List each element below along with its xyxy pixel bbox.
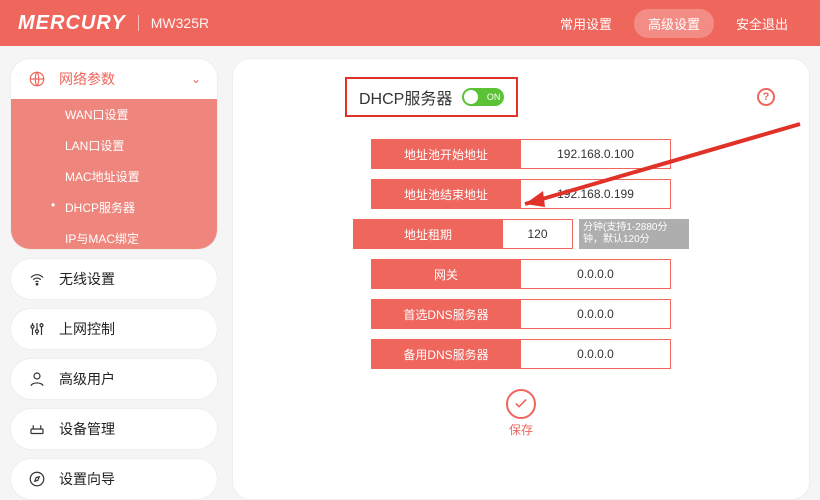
label-dns2: 备用DNS服务器 bbox=[371, 339, 521, 369]
sidebar: 网络参数 ⌄ WAN口设置 LAN口设置 MAC地址设置 DHCP服务器 IP与… bbox=[10, 58, 218, 500]
router-icon bbox=[27, 420, 47, 438]
row-dns2: 备用DNS服务器 bbox=[371, 339, 671, 369]
input-lease[interactable] bbox=[503, 219, 573, 249]
sidebar-network-submenu: WAN口设置 LAN口设置 MAC地址设置 DHCP服务器 IP与MAC绑定 bbox=[11, 99, 217, 250]
globe-icon bbox=[27, 70, 47, 88]
label-gateway: 网关 bbox=[371, 259, 521, 289]
save-label: 保存 bbox=[509, 421, 533, 438]
panel-title: DHCP服务器 bbox=[359, 85, 452, 109]
sidebar-item-ipmac[interactable]: IP与MAC绑定 bbox=[11, 223, 217, 250]
sidebar-wireless-label: 无线设置 bbox=[59, 269, 115, 289]
user-icon bbox=[27, 370, 47, 388]
sidebar-item-wan[interactable]: WAN口设置 bbox=[11, 99, 217, 130]
sliders-icon bbox=[27, 320, 47, 338]
input-dns2[interactable] bbox=[521, 339, 671, 369]
row-dns1: 首选DNS服务器 bbox=[371, 299, 671, 329]
sidebar-device-label: 设备管理 bbox=[59, 419, 115, 439]
input-end[interactable] bbox=[521, 179, 671, 209]
row-start: 地址池开始地址 bbox=[371, 139, 671, 169]
sidebar-item-dhcp[interactable]: DHCP服务器 bbox=[11, 192, 217, 223]
header: MERCURY MW325R 常用设置 高级设置 安全退出 bbox=[0, 0, 820, 46]
chevron-down-icon: ⌄ bbox=[191, 72, 201, 86]
label-dns1: 首选DNS服务器 bbox=[371, 299, 521, 329]
sidebar-wizard[interactable]: 设置向导 bbox=[10, 458, 218, 500]
dhcp-switch[interactable]: ON bbox=[462, 88, 504, 106]
input-gateway[interactable] bbox=[521, 259, 671, 289]
panel-title-box: DHCP服务器 ON bbox=[345, 77, 518, 117]
label-start: 地址池开始地址 bbox=[371, 139, 521, 169]
compass-icon bbox=[27, 470, 47, 488]
row-end: 地址池结束地址 bbox=[371, 179, 671, 209]
top-nav: 常用设置 高级设置 安全退出 bbox=[546, 9, 802, 38]
label-end: 地址池结束地址 bbox=[371, 179, 521, 209]
sidebar-network-head[interactable]: 网络参数 ⌄ bbox=[11, 59, 217, 99]
sidebar-device[interactable]: 设备管理 bbox=[10, 408, 218, 450]
sidebar-item-lan[interactable]: LAN口设置 bbox=[11, 130, 217, 161]
sidebar-wizard-label: 设置向导 bbox=[59, 469, 115, 489]
help-icon[interactable]: ? bbox=[757, 88, 775, 106]
panel-title-row: DHCP服务器 ON ? bbox=[345, 77, 787, 117]
row-gateway: 网关 bbox=[371, 259, 671, 289]
main-panel: DHCP服务器 ON ? 地址池开始地址 地址池结束地址 地址租期 分钟(支持1… bbox=[232, 58, 810, 500]
form-rows: 地址池开始地址 地址池结束地址 地址租期 分钟(支持1-2880分钟，默认120… bbox=[255, 139, 787, 438]
nav-advanced[interactable]: 高级设置 bbox=[634, 9, 714, 38]
check-icon bbox=[506, 389, 536, 419]
sidebar-control-label: 上网控制 bbox=[59, 319, 115, 339]
wifi-icon bbox=[27, 270, 47, 288]
sidebar-network-label: 网络参数 bbox=[59, 69, 115, 89]
lease-hint: 分钟(支持1-2880分钟，默认120分 bbox=[579, 219, 689, 249]
sidebar-network: 网络参数 ⌄ WAN口设置 LAN口设置 MAC地址设置 DHCP服务器 IP与… bbox=[10, 58, 218, 250]
model-label: MW325R bbox=[138, 15, 209, 31]
sidebar-wireless[interactable]: 无线设置 bbox=[10, 258, 218, 300]
sidebar-advuser-label: 高级用户 bbox=[59, 369, 115, 389]
input-dns1[interactable] bbox=[521, 299, 671, 329]
input-start[interactable] bbox=[521, 139, 671, 169]
label-lease: 地址租期 bbox=[353, 219, 503, 249]
nav-logout[interactable]: 安全退出 bbox=[722, 9, 802, 38]
sidebar-control[interactable]: 上网控制 bbox=[10, 308, 218, 350]
sidebar-advuser[interactable]: 高级用户 bbox=[10, 358, 218, 400]
sidebar-item-mac[interactable]: MAC地址设置 bbox=[11, 161, 217, 192]
row-lease: 地址租期 分钟(支持1-2880分钟，默认120分 bbox=[353, 219, 689, 249]
save-button[interactable]: 保存 bbox=[506, 389, 536, 438]
brand-logo: MERCURY bbox=[18, 12, 126, 35]
nav-common[interactable]: 常用设置 bbox=[546, 9, 626, 38]
